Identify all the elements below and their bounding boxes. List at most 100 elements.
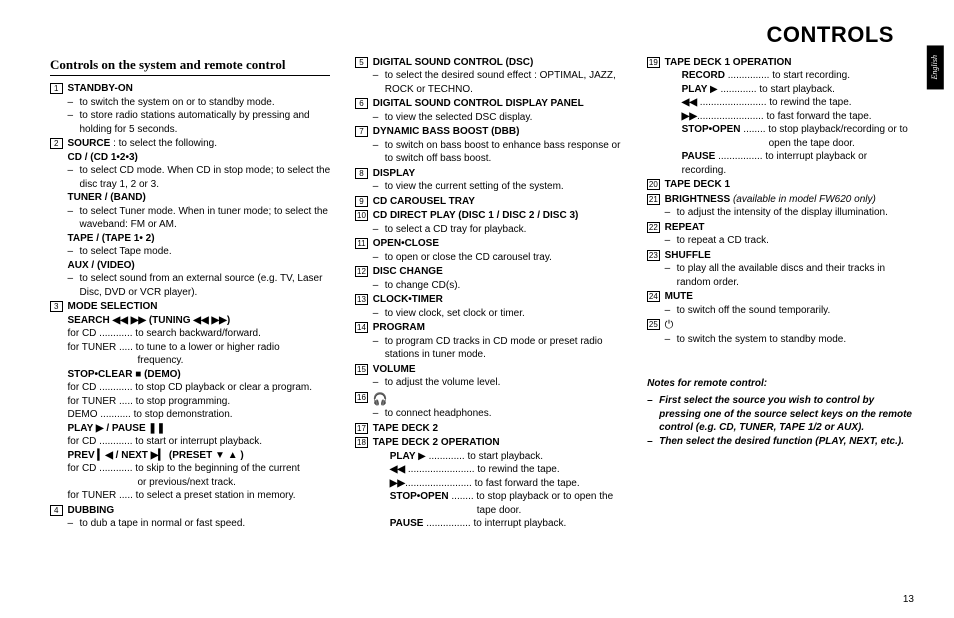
label: PAUSE bbox=[682, 151, 716, 162]
item-text: to store radio stations automatically by… bbox=[80, 109, 331, 136]
prev-icon: ▎◀ bbox=[98, 450, 113, 461]
item-title: SOURCE bbox=[68, 138, 111, 149]
item-text: to select Tape mode. bbox=[80, 245, 172, 259]
item-text: to view clock, set clock or timer. bbox=[385, 307, 525, 321]
item-number: 24 bbox=[647, 291, 660, 302]
subheading: (PRESET bbox=[166, 450, 215, 461]
item-text: for TUNER ..... to tune to a lower or hi… bbox=[68, 341, 331, 355]
item-number: 22 bbox=[647, 222, 660, 233]
item-25: 25⏻–to switch the system to standby mode… bbox=[647, 318, 914, 346]
label: STOP•OPEN bbox=[390, 491, 449, 502]
item-text: ............. to start playback. bbox=[718, 84, 835, 95]
label: RECORD bbox=[682, 70, 725, 81]
item-text: to switch the system to standby mode. bbox=[677, 333, 847, 347]
notes-line: Then select the desired function (PLAY, … bbox=[659, 435, 904, 449]
item-text: to change CD(s). bbox=[385, 279, 461, 293]
item-number: 2 bbox=[50, 138, 63, 149]
ffwd-icon: ▶▶ bbox=[131, 315, 146, 326]
label: STOP•OPEN bbox=[682, 124, 741, 135]
item-number: 6 bbox=[355, 98, 368, 109]
subheading: PREV bbox=[68, 450, 98, 461]
item-text: ........ to stop playback or to open the bbox=[449, 491, 614, 502]
item-16: 16🎧–to connect headphones. bbox=[355, 391, 622, 421]
ffwd-icon: ▶▶ bbox=[390, 478, 405, 489]
item-12: 12DISC CHANGE–to change CD(s). bbox=[355, 265, 622, 292]
notes-line: First select the source you wish to cont… bbox=[659, 394, 914, 435]
item-number: 16 bbox=[355, 392, 368, 403]
item-number: 13 bbox=[355, 294, 368, 305]
item-title: TAPE DECK 2 OPERATION bbox=[373, 437, 500, 448]
item-text: to view the selected DSC display. bbox=[385, 111, 533, 125]
item-title: DUBBING bbox=[68, 505, 115, 516]
item-text: for TUNER ..... to stop programming. bbox=[68, 395, 331, 409]
item-title: TAPE DECK 1 bbox=[665, 179, 730, 190]
columns-container: Controls on the system and remote contro… bbox=[50, 56, 914, 532]
item-title: DYNAMIC BASS BOOST (DBB) bbox=[373, 126, 520, 137]
item-text: ................ to interrupt playback. bbox=[423, 518, 566, 529]
subheading: PLAY bbox=[68, 423, 96, 434]
item-number: 9 bbox=[355, 196, 368, 207]
item-text: or previous/next track. bbox=[68, 476, 331, 490]
item-20: 20TAPE DECK 1 bbox=[647, 178, 914, 192]
item-title: PROGRAM bbox=[373, 322, 425, 333]
item-text: to select a CD tray for playback. bbox=[385, 223, 527, 237]
item-title: MODE SELECTION bbox=[68, 301, 158, 312]
play-icon: ▶ bbox=[418, 451, 426, 462]
power-icon: ⏻ bbox=[665, 319, 674, 331]
item-text: ........................ to rewind the t… bbox=[697, 97, 852, 108]
subheading: CD / (CD 1•2•3) bbox=[68, 152, 138, 163]
item-title: SHUFFLE bbox=[665, 250, 711, 261]
item-number: 17 bbox=[355, 423, 368, 434]
item-2: 2 SOURCE : to select the following. CD /… bbox=[50, 137, 330, 299]
item-text: to select Tuner mode. When in tuner mode… bbox=[80, 205, 331, 232]
item-text: for CD ............ to skip to the begin… bbox=[68, 462, 331, 476]
subheading: AUX / (VIDEO) bbox=[68, 260, 135, 271]
subheading: (DEMO) bbox=[141, 369, 180, 380]
subheading: ) bbox=[238, 450, 244, 461]
item-number: 18 bbox=[355, 437, 368, 448]
next-icon: ▶▎ bbox=[151, 450, 166, 461]
item-title: DIGITAL SOUND CONTROL (DSC) bbox=[373, 57, 534, 68]
item-number: 21 bbox=[647, 194, 660, 205]
item-3: 3 MODE SELECTION SEARCH ◀◀ ▶▶ (TUNING ◀◀… bbox=[50, 300, 330, 503]
item-title: VOLUME bbox=[373, 364, 416, 375]
subheading: / NEXT bbox=[113, 450, 151, 461]
item-text: to switch off the sound temporarily. bbox=[677, 304, 831, 318]
rewind-icon: ◀◀ bbox=[390, 464, 405, 475]
item-number: 15 bbox=[355, 364, 368, 375]
item-11: 11OPEN•CLOSE–to open or close the CD car… bbox=[355, 237, 622, 264]
item-text: to switch the system on or to standby mo… bbox=[80, 96, 275, 110]
rewind-icon: ◀◀ bbox=[113, 315, 128, 326]
item-text: for CD ............ to search backward/f… bbox=[68, 327, 331, 341]
item-4: 4 DUBBING –to dub a tape in normal or fa… bbox=[50, 504, 330, 531]
item-1: 1 STANDBY-ON –to switch the system on or… bbox=[50, 82, 330, 136]
item-text: ........ to stop playback/recording or t… bbox=[741, 124, 908, 135]
item-number: 7 bbox=[355, 126, 368, 137]
rewind-icon: ◀◀ bbox=[682, 97, 697, 108]
item-number: 12 bbox=[355, 266, 368, 277]
column-2: 5DIGITAL SOUND CONTROL (DSC)–to select t… bbox=[355, 56, 622, 532]
item-text: to select sound from an external source … bbox=[80, 272, 331, 299]
item-text: : to select the following. bbox=[110, 138, 217, 149]
item-number: 5 bbox=[355, 57, 368, 68]
column-3: 19TAPE DECK 1 OPERATION RECORD .........… bbox=[647, 56, 914, 532]
item-title: DISC CHANGE bbox=[373, 266, 443, 277]
item-title: TAPE DECK 1 OPERATION bbox=[665, 57, 792, 68]
item-title: REPEAT bbox=[665, 222, 705, 233]
item-text: to select the desired sound effect : OPT… bbox=[385, 69, 622, 96]
label: PLAY bbox=[390, 451, 418, 462]
item-number: 25 bbox=[647, 319, 660, 330]
item-text: ........................ to fast forward… bbox=[405, 478, 580, 489]
up-icon: ▲ bbox=[228, 450, 238, 461]
item-title: BRIGHTNESS bbox=[665, 194, 731, 205]
item-13: 13CLOCK•TIMER–to view clock, set clock o… bbox=[355, 293, 622, 320]
item-text: to dub a tape in normal or fast speed. bbox=[80, 517, 246, 531]
item-6: 6DIGITAL SOUND CONTROL DISPLAY PANEL–to … bbox=[355, 97, 622, 124]
item-24: 24MUTE–to switch off the sound temporari… bbox=[647, 290, 914, 317]
item-text: for CD ............ to stop CD playback … bbox=[68, 381, 331, 395]
item-7: 7DYNAMIC BASS BOOST (DBB)–to switch on b… bbox=[355, 125, 622, 166]
down-icon: ▼ bbox=[215, 450, 225, 461]
item-text: to program CD tracks in CD mode or prese… bbox=[385, 335, 622, 362]
subheading: TAPE / (TAPE 1• 2) bbox=[68, 233, 155, 244]
item-number: 8 bbox=[355, 168, 368, 179]
